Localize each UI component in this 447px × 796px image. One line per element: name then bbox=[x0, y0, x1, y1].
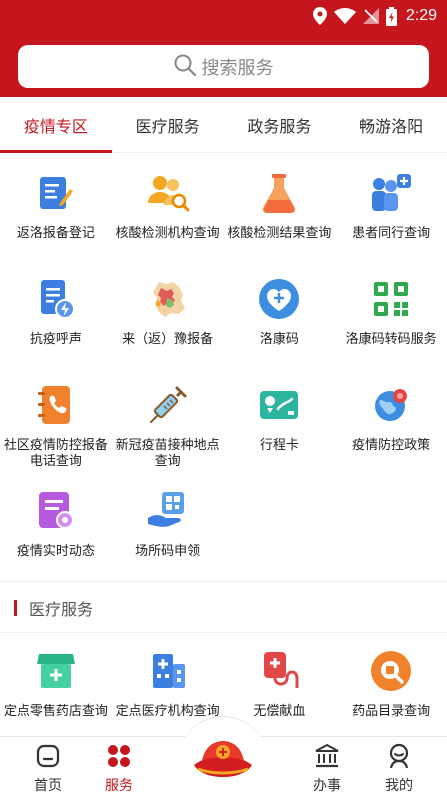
section-divider bbox=[0, 581, 447, 582]
service-anti-epidemic-voice[interactable]: 抗疫呼声 bbox=[0, 277, 112, 348]
service-label: 行程卡 bbox=[259, 438, 299, 453]
medical-section-header: 医疗服务 bbox=[14, 596, 93, 620]
epidemic-grid-row-4: 疫情实时动态 场所码申领 bbox=[0, 489, 447, 560]
service-label: 社区疫情防控报备电话查询 bbox=[3, 438, 108, 469]
grid-icon bbox=[106, 743, 132, 773]
service-nucleic-result[interactable]: 核酸检测结果查询 bbox=[224, 171, 336, 242]
edit-document-icon bbox=[34, 171, 78, 215]
service-patient-companion[interactable]: 患者同行查询 bbox=[335, 171, 447, 242]
henan-map-icon bbox=[146, 277, 190, 321]
location-icon bbox=[312, 7, 327, 25]
signal-icon bbox=[362, 8, 379, 24]
service-label: 返洛报备登记 bbox=[16, 226, 95, 241]
status-time: 2:29 bbox=[405, 7, 437, 24]
medicine-search-icon bbox=[369, 649, 413, 693]
service-itinerary-card[interactable]: 行程卡 bbox=[224, 383, 336, 470]
hospital-icon bbox=[146, 649, 190, 693]
nav-mine-label: 我的 bbox=[385, 778, 413, 794]
service-luokang-code[interactable]: 洛康码 bbox=[224, 277, 336, 348]
tab-epidemic[interactable]: 疫情专区 bbox=[0, 97, 112, 153]
section-divider bbox=[0, 632, 447, 633]
nav-affairs[interactable]: 办事 bbox=[297, 743, 357, 795]
phone-book-icon bbox=[34, 383, 78, 427]
service-label: 无偿献血 bbox=[253, 704, 306, 719]
search-placeholder: 搜索服务 bbox=[201, 57, 274, 79]
service-label: 疫情防控政策 bbox=[352, 438, 431, 453]
service-label: 核酸检测结果查询 bbox=[227, 226, 332, 241]
blood-bag-icon bbox=[257, 649, 301, 693]
service-label: 药品目录查询 bbox=[352, 704, 431, 719]
service-luokang-transfer[interactable]: 洛康码转码服务 bbox=[335, 277, 447, 348]
wifi-icon bbox=[333, 8, 356, 24]
service-epidemic-policy[interactable]: 疫情防控政策 bbox=[335, 383, 447, 470]
qr-code-icon bbox=[369, 277, 413, 321]
city-logo-icon bbox=[188, 735, 258, 785]
tab-government[interactable]: 政务服务 bbox=[224, 97, 336, 152]
pharmacy-store-icon bbox=[34, 649, 78, 693]
document-bolt-icon bbox=[34, 277, 78, 321]
nav-home-label: 首页 bbox=[34, 778, 62, 794]
service-community-phone[interactable]: 社区疫情防控报备电话查询 bbox=[0, 383, 112, 470]
news-virus-icon bbox=[34, 489, 78, 533]
syringe-icon bbox=[146, 383, 190, 427]
service-pharmacy[interactable]: 定点零售药店查询 bbox=[0, 649, 112, 720]
status-bar: 2:29 bbox=[312, 5, 437, 27]
heart-plus-icon bbox=[257, 277, 301, 321]
service-realtime-dynamics[interactable]: 疫情实时动态 bbox=[0, 489, 112, 560]
service-vaccine-location[interactable]: 新冠疫苗接种地点查询 bbox=[112, 383, 224, 470]
service-label: 场所码申领 bbox=[135, 544, 201, 559]
section-accent-bar bbox=[14, 600, 17, 616]
nav-home[interactable]: 首页 bbox=[18, 743, 78, 795]
service-blood-donation[interactable]: 无偿献血 bbox=[224, 649, 336, 720]
battery-icon bbox=[385, 6, 397, 26]
service-label: 抗疫呼声 bbox=[29, 332, 82, 347]
medical-grid: 定点零售药店查询 定点医疗机构查询 无偿献血 药品目录查询 bbox=[0, 649, 447, 720]
epidemic-grid-row-3: 社区疫情防控报备电话查询 新冠疫苗接种地点查询 行程卡 疫情防控政策 bbox=[0, 383, 447, 470]
service-label: 来（返）豫报备 bbox=[122, 332, 214, 347]
nav-services[interactable]: 服务 bbox=[89, 743, 149, 795]
service-label: 洛康码 bbox=[259, 332, 299, 347]
app-header: 2:29 搜索服务 bbox=[0, 0, 447, 97]
service-label: 定点零售药店查询 bbox=[3, 704, 108, 719]
category-tabs: 疫情专区 医疗服务 政务服务 畅游洛阳 bbox=[0, 97, 447, 153]
people-plus-icon bbox=[369, 171, 413, 215]
service-venue-code[interactable]: 场所码申领 bbox=[112, 489, 224, 560]
virus-globe-icon bbox=[369, 383, 413, 427]
service-label: 定点医疗机构查询 bbox=[115, 704, 220, 719]
nav-affairs-label: 办事 bbox=[313, 778, 341, 794]
tab-tourism[interactable]: 畅游洛阳 bbox=[335, 97, 447, 152]
service-henan-report[interactable]: 来（返）豫报备 bbox=[112, 277, 224, 348]
search-icon bbox=[174, 54, 196, 80]
user-icon bbox=[386, 743, 412, 773]
home-icon bbox=[35, 743, 61, 773]
service-label: 新冠疫苗接种地点查询 bbox=[115, 438, 220, 469]
service-label: 疫情实时动态 bbox=[16, 544, 95, 559]
service-nucleic-institution[interactable]: 核酸检测机构查询 bbox=[112, 171, 224, 242]
epidemic-grid-row-2: 抗疫呼声 来（返）豫报备 洛康码 洛康码转码服务 bbox=[0, 277, 447, 348]
hand-qr-icon bbox=[146, 489, 190, 533]
users-search-icon bbox=[146, 171, 190, 215]
tab-medical[interactable]: 医疗服务 bbox=[112, 97, 224, 152]
nav-center-button[interactable] bbox=[178, 716, 268, 796]
service-medicine-catalog[interactable]: 药品目录查询 bbox=[335, 649, 447, 720]
nav-services-label: 服务 bbox=[105, 778, 133, 794]
search-input[interactable]: 搜索服务 bbox=[18, 45, 429, 88]
service-return-registration[interactable]: 返洛报备登记 bbox=[0, 171, 112, 242]
service-label: 核酸检测机构查询 bbox=[115, 226, 220, 241]
flask-icon bbox=[257, 171, 301, 215]
service-label: 洛康码转码服务 bbox=[345, 332, 437, 347]
epidemic-grid-row-1: 返洛报备登记 核酸检测机构查询 核酸检测结果查询 患者同行查询 bbox=[0, 171, 447, 242]
service-label: 患者同行查询 bbox=[352, 226, 431, 241]
itinerary-card-icon bbox=[257, 383, 301, 427]
section-title: 医疗服务 bbox=[29, 600, 94, 619]
bank-building-icon bbox=[314, 743, 340, 773]
nav-mine[interactable]: 我的 bbox=[369, 743, 429, 795]
service-hospital[interactable]: 定点医疗机构查询 bbox=[112, 649, 224, 720]
